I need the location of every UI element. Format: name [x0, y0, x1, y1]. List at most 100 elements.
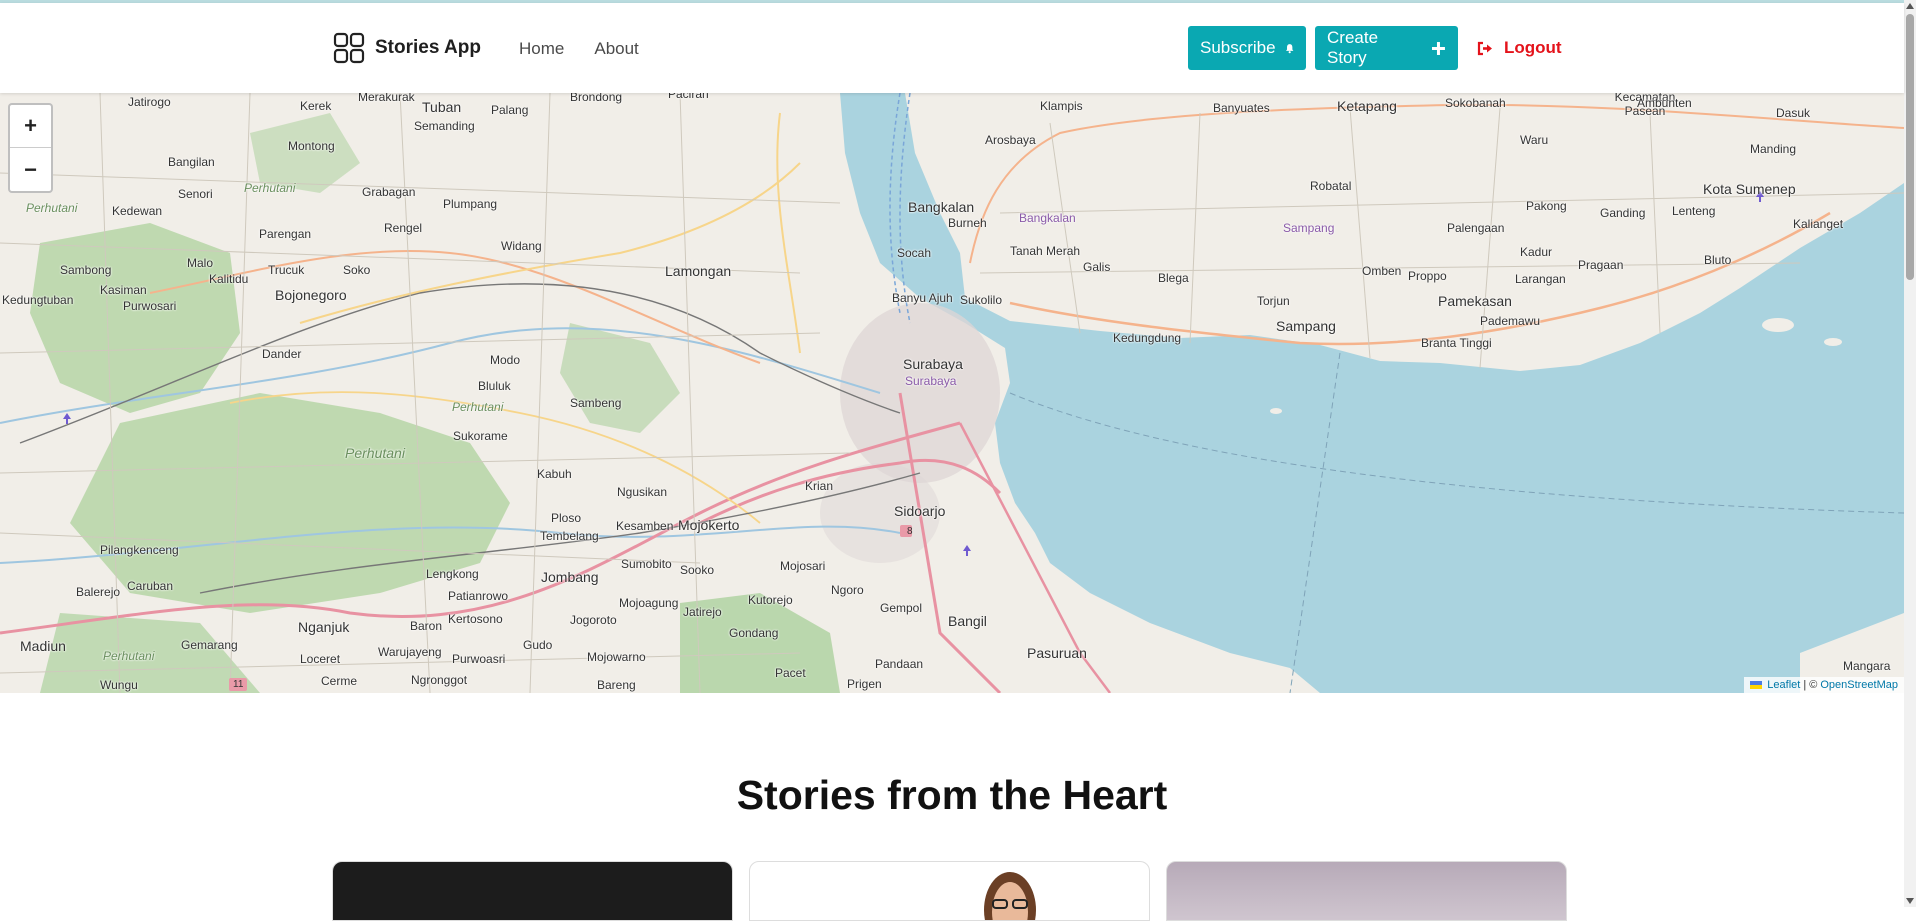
zoom-in-button[interactable]: +	[10, 105, 51, 148]
subscribe-button[interactable]: Subscribe	[1188, 26, 1306, 70]
map-label: Perhutani	[244, 181, 296, 195]
map-label: Bangkalan	[1019, 211, 1076, 225]
story-card-image	[1167, 862, 1566, 920]
scrollbar-thumb[interactable]	[1906, 14, 1914, 280]
scroll-down-arrow-icon[interactable]	[1906, 898, 1914, 904]
map-label: Banyuates	[1213, 101, 1270, 115]
map-label: Perhutani	[103, 649, 155, 663]
map-label: Socah	[897, 246, 932, 260]
logout-link[interactable]: Logout	[1477, 38, 1562, 58]
map-label: Ngronggot	[411, 673, 468, 687]
nav-home-link[interactable]: Home	[519, 39, 564, 59]
map-label: Kedungtuban	[2, 293, 74, 307]
map-label: Ketapang	[1337, 98, 1397, 114]
map-label: Pakong	[1526, 199, 1567, 213]
story-card-image	[984, 872, 1036, 920]
map-label: Pamekasan	[1438, 293, 1512, 309]
map-label: Balerejo	[76, 585, 121, 599]
map-label: Sambeng	[570, 396, 622, 410]
map-label: Kutorejo	[748, 593, 793, 607]
map-label: Purwosari	[123, 299, 177, 313]
map-label: Mojosari	[780, 559, 826, 573]
attribution-separator: | ©	[1803, 679, 1818, 691]
main-nav: Home About	[519, 39, 639, 59]
map-label: Perhutani	[345, 445, 405, 461]
map-label: Larangan	[1515, 272, 1566, 286]
map-label: Purwoasri	[452, 652, 506, 666]
map-label: Sampang	[1283, 221, 1335, 235]
map-label: Bojonegoro	[275, 287, 347, 303]
map-label: Burneh	[948, 216, 987, 230]
map-label: Kesamben	[616, 519, 674, 533]
map-label: Soko	[343, 263, 371, 277]
nav-about-link[interactable]: About	[594, 39, 638, 59]
map-label: Sidoarjo	[894, 503, 946, 519]
story-card[interactable]	[749, 861, 1150, 921]
map-label: Blega	[1158, 271, 1189, 285]
map-label: Sambong	[60, 263, 112, 277]
map-label: Ngusikan	[617, 485, 668, 499]
map-label: Jogoroto	[570, 613, 617, 627]
route-shield-label: 11	[233, 679, 244, 690]
map-label: Mojoagung	[619, 596, 679, 610]
map-label: Cerme	[321, 674, 358, 688]
map-label: Dasuk	[1776, 106, 1811, 120]
map-attribution: Leaflet | © OpenStreetMap	[1744, 677, 1904, 693]
map-label: Ploso	[551, 511, 582, 525]
brand-name: Stories App	[375, 37, 481, 58]
zoom-out-button[interactable]: −	[10, 148, 51, 191]
map-label: Galis	[1083, 260, 1111, 274]
map-label: Sumobito	[621, 557, 672, 571]
map-label: Surabaya	[903, 356, 963, 372]
map-label: Kalitidu	[209, 272, 249, 286]
map-label: Dander	[262, 347, 302, 361]
map-label: Mojokerto	[678, 517, 740, 533]
brand[interactable]: Stories App	[333, 32, 481, 64]
story-map[interactable]: Jatirogo Merakurak Tuban Palang Brondong…	[0, 93, 1904, 693]
create-story-button[interactable]: Create Story	[1315, 26, 1458, 70]
map-label: Brondong	[570, 93, 623, 104]
map-label: Loceret	[300, 652, 341, 666]
map-label: Widang	[501, 239, 542, 253]
page-scrollbar[interactable]	[1904, 0, 1916, 907]
map-label: Sukolilo	[960, 293, 1003, 307]
map-label: Bluluk	[478, 379, 511, 393]
map-label: Paciran	[668, 93, 709, 101]
map-label: Sooko	[680, 563, 715, 577]
story-card[interactable]	[332, 861, 733, 921]
map-label: Pilangkenceng	[100, 543, 179, 557]
map-label: Merakurak	[358, 93, 415, 104]
scroll-up-arrow-icon[interactable]	[1906, 3, 1914, 9]
map-label: Gudo	[523, 638, 553, 652]
map-label: Parengan	[259, 227, 312, 241]
map-label: Gempol	[880, 601, 923, 615]
map-label: Malo	[187, 256, 214, 270]
grid-logo-icon	[333, 32, 365, 64]
map-label: Lenteng	[1672, 204, 1716, 218]
map-label: Kedungdung	[1113, 331, 1182, 345]
map-label: Jatirejo	[683, 605, 722, 619]
map-label: Bangkalan	[908, 199, 975, 215]
map-label: Perhutani	[452, 400, 504, 414]
map-label: Klampis	[1040, 99, 1083, 113]
openstreetmap-link[interactable]: OpenStreetMap	[1820, 679, 1898, 691]
map-label: Gondang	[729, 626, 779, 640]
leaflet-link[interactable]: Leaflet	[1767, 679, 1800, 691]
map-label: Senori	[178, 187, 213, 201]
map-label: Pacet	[775, 666, 806, 680]
map-label: Warujayeng	[378, 645, 442, 659]
map-label: Pragaan	[1578, 258, 1624, 272]
map-label: Rengel	[384, 221, 423, 235]
map-label: Mangara	[1843, 659, 1891, 673]
map-label: Mojowarno	[587, 650, 646, 664]
map-label: Waru	[1520, 133, 1549, 147]
map-label: Pademawu	[1480, 314, 1541, 328]
map-label: Kota Sumenep	[1703, 181, 1796, 197]
map-label: Sampang	[1276, 318, 1336, 334]
story-card[interactable]	[1166, 861, 1567, 921]
map-label: Madiun	[20, 638, 66, 654]
map-label: Kerek	[300, 99, 332, 113]
map-label: Kertosono	[448, 612, 503, 626]
map-label: Lengkong	[426, 567, 479, 581]
map-label: Pandaan	[875, 657, 924, 671]
